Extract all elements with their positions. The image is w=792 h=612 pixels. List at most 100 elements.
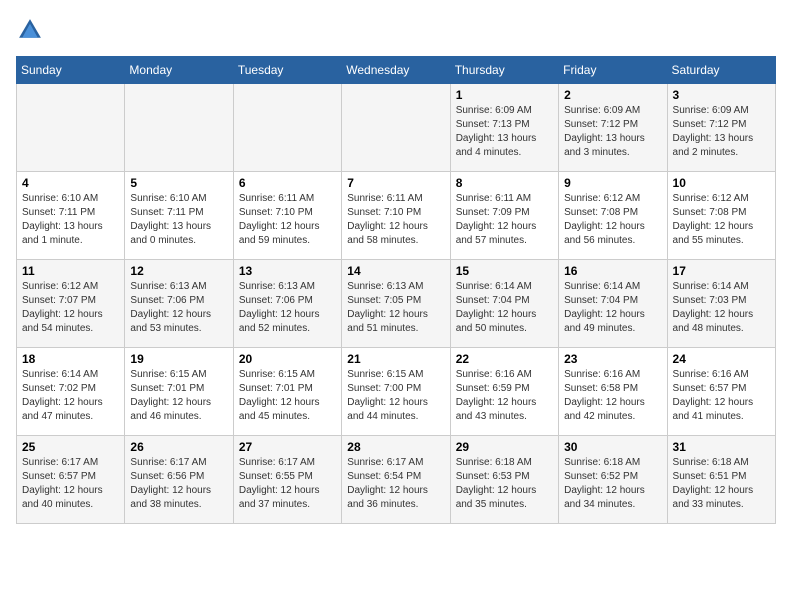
day-info: Sunrise: 6:18 AM Sunset: 6:52 PM Dayligh… [564, 456, 661, 512]
calendar-table: SundayMondayTuesdayWednesdayThursdayFrid… [16, 56, 776, 524]
day-number: 10 [673, 176, 770, 190]
day-info: Sunrise: 6:15 AM Sunset: 7:01 PM Dayligh… [239, 368, 336, 424]
day-info: Sunrise: 6:16 AM Sunset: 6:59 PM Dayligh… [456, 368, 553, 424]
day-cell: 24 Sunrise: 6:16 AM Sunset: 6:57 PM Dayli… [667, 348, 775, 436]
day-info: Sunrise: 6:12 AM Sunset: 7:08 PM Dayligh… [673, 192, 770, 248]
day-number: 27 [239, 440, 336, 454]
day-cell: 17 Sunrise: 6:14 AM Sunset: 7:03 PM Dayli… [667, 260, 775, 348]
day-number: 8 [456, 176, 553, 190]
day-number: 5 [130, 176, 227, 190]
header-cell-sunday: Sunday [17, 57, 125, 84]
day-info: Sunrise: 6:18 AM Sunset: 6:53 PM Dayligh… [456, 456, 553, 512]
day-cell: 13Sunrise: 6:13 AM Sunset: 7:06 PM Dayli… [233, 260, 341, 348]
day-cell: 12Sunrise: 6:13 AM Sunset: 7:06 PM Dayli… [125, 260, 233, 348]
day-number: 4 [22, 176, 119, 190]
day-cell: 27 Sunrise: 6:17 AM Sunset: 6:55 PM Dayli… [233, 436, 341, 524]
day-cell: 10 Sunrise: 6:12 AM Sunset: 7:08 PM Dayli… [667, 172, 775, 260]
day-info: Sunrise: 6:09 AM Sunset: 7:13 PM Dayligh… [456, 104, 553, 160]
day-number: 22 [456, 352, 553, 366]
day-info: Sunrise: 6:11 AM Sunset: 7:09 PM Dayligh… [456, 192, 553, 248]
day-cell: 23 Sunrise: 6:16 AM Sunset: 6:58 PM Dayli… [559, 348, 667, 436]
day-info: Sunrise: 6:14 AM Sunset: 7:02 PM Dayligh… [22, 368, 119, 424]
logo [16, 16, 48, 44]
day-info: Sunrise: 6:17 AM Sunset: 6:54 PM Dayligh… [347, 456, 444, 512]
day-number: 15 [456, 264, 553, 278]
day-info: Sunrise: 6:13 AM Sunset: 7:05 PM Dayligh… [347, 280, 444, 336]
day-number: 31 [673, 440, 770, 454]
day-info: Sunrise: 6:16 AM Sunset: 6:57 PM Dayligh… [673, 368, 770, 424]
header-row: SundayMondayTuesdayWednesdayThursdayFrid… [17, 57, 776, 84]
header-cell-friday: Friday [559, 57, 667, 84]
day-cell [342, 84, 450, 172]
day-number: 20 [239, 352, 336, 366]
day-info: Sunrise: 6:17 AM Sunset: 6:57 PM Dayligh… [22, 456, 119, 512]
day-number: 18 [22, 352, 119, 366]
day-info: Sunrise: 6:13 AM Sunset: 7:06 PM Dayligh… [130, 280, 227, 336]
day-info: Sunrise: 6:17 AM Sunset: 6:55 PM Dayligh… [239, 456, 336, 512]
day-cell [17, 84, 125, 172]
header-cell-thursday: Thursday [450, 57, 558, 84]
day-number: 14 [347, 264, 444, 278]
day-cell: 2Sunrise: 6:09 AM Sunset: 7:12 PM Daylig… [559, 84, 667, 172]
header-cell-monday: Monday [125, 57, 233, 84]
day-number: 13 [239, 264, 336, 278]
header-cell-saturday: Saturday [667, 57, 775, 84]
day-cell: 19 Sunrise: 6:15 AM Sunset: 7:01 PM Dayli… [125, 348, 233, 436]
day-cell: 20 Sunrise: 6:15 AM Sunset: 7:01 PM Dayli… [233, 348, 341, 436]
day-info: Sunrise: 6:12 AM Sunset: 7:07 PM Dayligh… [22, 280, 119, 336]
day-cell: 21Sunrise: 6:15 AM Sunset: 7:00 PM Dayli… [342, 348, 450, 436]
day-number: 3 [673, 88, 770, 102]
day-number: 1 [456, 88, 553, 102]
day-cell: 18 Sunrise: 6:14 AM Sunset: 7:02 PM Dayli… [17, 348, 125, 436]
day-info: Sunrise: 6:14 AM Sunset: 7:04 PM Dayligh… [456, 280, 553, 336]
day-cell: 29Sunrise: 6:18 AM Sunset: 6:53 PM Dayli… [450, 436, 558, 524]
week-row-4: 18 Sunrise: 6:14 AM Sunset: 7:02 PM Dayli… [17, 348, 776, 436]
day-info: Sunrise: 6:17 AM Sunset: 6:56 PM Dayligh… [130, 456, 227, 512]
day-cell: 28 Sunrise: 6:17 AM Sunset: 6:54 PM Dayli… [342, 436, 450, 524]
day-cell: 14 Sunrise: 6:13 AM Sunset: 7:05 PM Dayli… [342, 260, 450, 348]
day-info: Sunrise: 6:15 AM Sunset: 7:00 PM Dayligh… [347, 368, 444, 424]
day-info: Sunrise: 6:14 AM Sunset: 7:04 PM Dayligh… [564, 280, 661, 336]
day-cell: 7 Sunrise: 6:11 AM Sunset: 7:10 PM Daylig… [342, 172, 450, 260]
day-number: 11 [22, 264, 119, 278]
day-number: 17 [673, 264, 770, 278]
day-info: Sunrise: 6:16 AM Sunset: 6:58 PM Dayligh… [564, 368, 661, 424]
day-cell: 26 Sunrise: 6:17 AM Sunset: 6:56 PM Dayli… [125, 436, 233, 524]
day-info: Sunrise: 6:11 AM Sunset: 7:10 PM Dayligh… [239, 192, 336, 248]
logo-icon [16, 16, 44, 44]
week-row-2: 4 Sunrise: 6:10 AM Sunset: 7:11 PM Daylig… [17, 172, 776, 260]
day-number: 28 [347, 440, 444, 454]
day-cell: 8 Sunrise: 6:11 AM Sunset: 7:09 PM Daylig… [450, 172, 558, 260]
day-number: 7 [347, 176, 444, 190]
day-number: 6 [239, 176, 336, 190]
day-number: 24 [673, 352, 770, 366]
day-cell: 11 Sunrise: 6:12 AM Sunset: 7:07 PM Dayli… [17, 260, 125, 348]
header-cell-tuesday: Tuesday [233, 57, 341, 84]
week-row-1: 1 Sunrise: 6:09 AM Sunset: 7:13 PM Daylig… [17, 84, 776, 172]
day-info: Sunrise: 6:09 AM Sunset: 7:12 PM Dayligh… [673, 104, 770, 160]
day-number: 23 [564, 352, 661, 366]
day-number: 19 [130, 352, 227, 366]
day-number: 25 [22, 440, 119, 454]
day-info: Sunrise: 6:14 AM Sunset: 7:03 PM Dayligh… [673, 280, 770, 336]
day-info: Sunrise: 6:09 AM Sunset: 7:12 PM Dayligh… [564, 104, 661, 160]
day-info: Sunrise: 6:10 AM Sunset: 7:11 PM Dayligh… [22, 192, 119, 248]
day-info: Sunrise: 6:15 AM Sunset: 7:01 PM Dayligh… [130, 368, 227, 424]
day-cell: 30 Sunrise: 6:18 AM Sunset: 6:52 PM Dayli… [559, 436, 667, 524]
day-cell: 31 Sunrise: 6:18 AM Sunset: 6:51 PM Dayli… [667, 436, 775, 524]
day-number: 9 [564, 176, 661, 190]
day-cell: 22 Sunrise: 6:16 AM Sunset: 6:59 PM Dayli… [450, 348, 558, 436]
day-cell: 4 Sunrise: 6:10 AM Sunset: 7:11 PM Daylig… [17, 172, 125, 260]
day-cell: 3 Sunrise: 6:09 AM Sunset: 7:12 PM Daylig… [667, 84, 775, 172]
day-number: 26 [130, 440, 227, 454]
day-number: 30 [564, 440, 661, 454]
day-cell: 25 Sunrise: 6:17 AM Sunset: 6:57 PM Dayli… [17, 436, 125, 524]
day-info: Sunrise: 6:11 AM Sunset: 7:10 PM Dayligh… [347, 192, 444, 248]
day-cell: 6 Sunrise: 6:11 AM Sunset: 7:10 PM Daylig… [233, 172, 341, 260]
day-cell: 9Sunrise: 6:12 AM Sunset: 7:08 PM Daylig… [559, 172, 667, 260]
week-row-3: 11 Sunrise: 6:12 AM Sunset: 7:07 PM Dayli… [17, 260, 776, 348]
day-cell: 15 Sunrise: 6:14 AM Sunset: 7:04 PM Dayli… [450, 260, 558, 348]
page-header [16, 16, 776, 44]
day-cell [233, 84, 341, 172]
day-info: Sunrise: 6:18 AM Sunset: 6:51 PM Dayligh… [673, 456, 770, 512]
